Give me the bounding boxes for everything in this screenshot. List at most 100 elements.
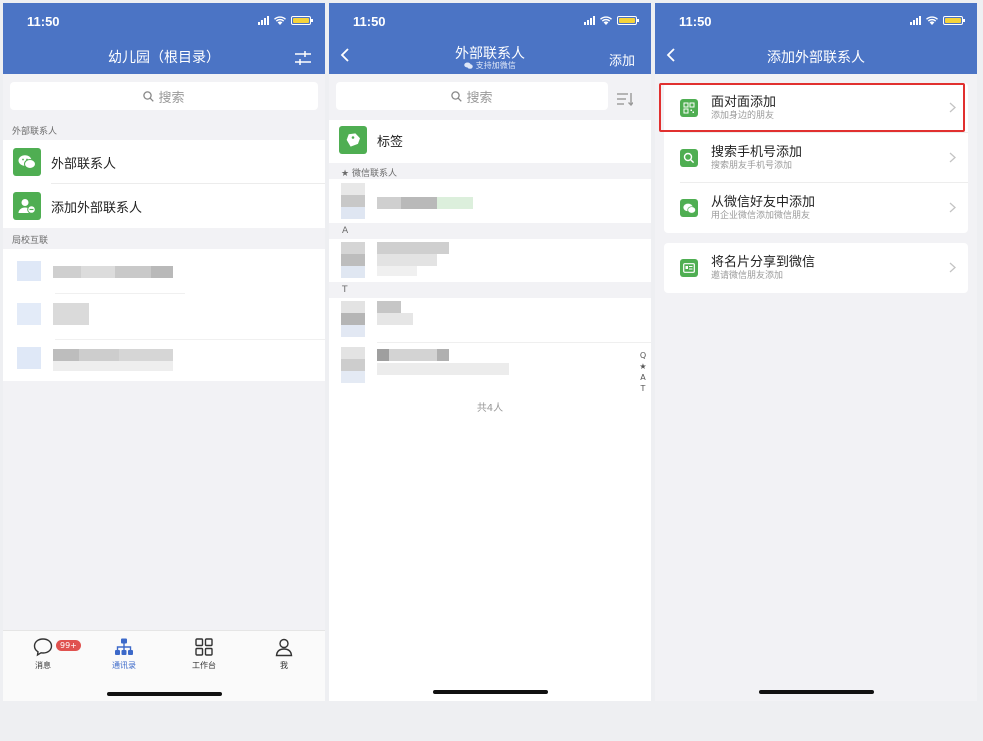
org-chart-icon bbox=[115, 638, 133, 655]
search-placeholder: 搜索 bbox=[466, 90, 493, 106]
filter-settings-icon[interactable] bbox=[295, 51, 311, 65]
status-icons bbox=[584, 16, 639, 25]
option-title: 将名片分享到微信 bbox=[711, 254, 816, 270]
section-label: A bbox=[342, 226, 349, 236]
tab-bar: 消息 99+ 通讯录 工作台 我 bbox=[3, 630, 325, 701]
tab-me[interactable]: 我 bbox=[254, 637, 314, 671]
blurred-contact[interactable] bbox=[17, 347, 177, 373]
tab-messages[interactable]: 消息 99+ bbox=[13, 637, 81, 671]
index-letter[interactable]: T bbox=[638, 383, 648, 394]
search-icon bbox=[451, 90, 463, 102]
status-bar: 11:50 bbox=[655, 3, 977, 33]
list-item-label: 标签 bbox=[377, 134, 404, 150]
battery-icon bbox=[617, 16, 639, 25]
page-subtitle: 支持加微信 bbox=[329, 60, 651, 71]
status-time: 11:50 bbox=[679, 14, 712, 29]
nav-header: 11:50 外部联系人 支持加微信 添加 bbox=[329, 3, 651, 74]
add-button[interactable]: 添加 bbox=[609, 50, 635, 69]
status-time: 11:50 bbox=[27, 14, 60, 29]
status-time: 11:50 bbox=[353, 14, 386, 29]
status-icons bbox=[258, 16, 313, 25]
list-item-tags[interactable]: 标签 bbox=[329, 118, 651, 162]
unread-badge: 99+ bbox=[56, 640, 81, 651]
search-placeholder: 搜索 bbox=[158, 90, 185, 106]
chevron-right-icon bbox=[949, 152, 956, 163]
battery-icon bbox=[943, 16, 965, 25]
divider bbox=[55, 339, 325, 340]
status-bar: 11:50 bbox=[3, 3, 325, 33]
add-contact-icon bbox=[13, 192, 41, 220]
section-header-wechat: ★ 微信联系人 bbox=[329, 163, 651, 179]
contact-count: 共4人 bbox=[476, 403, 504, 414]
school-list bbox=[3, 249, 325, 381]
screen-contacts-root: 11:50 幼儿园（根目录） 搜索 外部联系人 外部联系人 添加外部联系人 局校… bbox=[3, 3, 325, 701]
option-title: 搜索手机号添加 bbox=[711, 144, 803, 160]
signal-icon bbox=[910, 16, 921, 25]
tag-icon bbox=[339, 126, 367, 154]
highlight-box bbox=[659, 83, 965, 132]
section-label-external: 外部联系人 bbox=[12, 127, 58, 137]
section-header-t: T bbox=[329, 282, 651, 298]
blurred-contact[interactable] bbox=[341, 242, 451, 280]
search-input[interactable]: 搜索 bbox=[10, 82, 318, 110]
tab-workbench[interactable]: 工作台 bbox=[174, 637, 234, 671]
blurred-contact[interactable] bbox=[341, 183, 476, 221]
wifi-icon bbox=[274, 16, 286, 25]
index-letter[interactable]: Q bbox=[638, 350, 648, 361]
subtitle-text: 支持加微信 bbox=[475, 61, 516, 70]
nav-header: 11:50 添加外部联系人 bbox=[655, 3, 977, 74]
option-search-phone[interactable]: 搜索手机号添加 搜索朋友手机号添加 bbox=[664, 133, 968, 183]
option-title: 从微信好友中添加 bbox=[711, 194, 816, 210]
search-icon bbox=[680, 149, 698, 167]
status-bar: 11:50 bbox=[329, 3, 651, 33]
section-label-text: 微信联系人 bbox=[351, 169, 397, 179]
tab-label: 工作台 bbox=[192, 661, 216, 670]
list-item-external-contacts[interactable]: 外部联系人 bbox=[3, 140, 325, 184]
home-indicator bbox=[433, 690, 548, 694]
option-subtitle: 邀请微信朋友添加 bbox=[711, 270, 784, 281]
search-icon bbox=[143, 90, 155, 102]
signal-icon bbox=[584, 16, 595, 25]
list-item-label: 外部联系人 bbox=[51, 156, 117, 172]
search-input[interactable]: 搜索 bbox=[336, 82, 608, 110]
person-icon bbox=[275, 638, 293, 657]
screen-add-external-contact: 11:50 添加外部联系人 面对面添加 添加身边的朋友 搜索手机号添加 搜索朋友… bbox=[655, 3, 977, 701]
option-subtitle: 用企业微信添加微信朋友 bbox=[711, 210, 811, 221]
home-indicator bbox=[759, 690, 874, 694]
blurred-contact[interactable] bbox=[341, 347, 511, 385]
list-item-add-external-contact[interactable]: 添加外部联系人 bbox=[3, 184, 325, 228]
tab-label: 消息 bbox=[35, 661, 51, 670]
tab-label: 通讯录 bbox=[112, 661, 136, 670]
tab-contacts[interactable]: 通讯录 bbox=[94, 637, 154, 671]
index-letter[interactable]: A bbox=[638, 372, 648, 383]
blurred-contact[interactable] bbox=[17, 261, 177, 281]
page-title: 添加外部联系人 bbox=[767, 50, 865, 66]
chat-icon bbox=[33, 638, 53, 657]
option-share-card-wechat[interactable]: 将名片分享到微信 邀请微信朋友添加 bbox=[664, 243, 968, 293]
option-subtitle: 搜索朋友手机号添加 bbox=[711, 160, 793, 171]
chevron-right-icon bbox=[949, 262, 956, 273]
option-from-wechat[interactable]: 从微信好友中添加 用企业微信添加微信朋友 bbox=[664, 183, 968, 233]
status-icons bbox=[910, 16, 965, 25]
blurred-contact[interactable] bbox=[341, 301, 413, 339]
nav-header: 11:50 幼儿园（根目录） bbox=[3, 3, 325, 74]
wechat-icon bbox=[464, 62, 473, 69]
section-label: ★ 微信联系人 bbox=[341, 169, 397, 179]
page-title: 幼儿园（根目录） bbox=[108, 50, 220, 66]
index-letter[interactable]: ★ bbox=[638, 361, 648, 372]
wifi-icon bbox=[600, 16, 612, 25]
battery-icon bbox=[291, 16, 313, 25]
signal-icon bbox=[258, 16, 269, 25]
blurred-contact[interactable] bbox=[17, 303, 97, 327]
screenshot-stage: 11:50 幼儿园（根目录） 搜索 外部联系人 外部联系人 添加外部联系人 局校… bbox=[0, 0, 983, 741]
screen-external-contacts: 11:50 外部联系人 支持加微信 添加 搜索 标签 ★ 微信联系人 A T Q… bbox=[329, 3, 651, 701]
section-header-a: A bbox=[329, 223, 651, 239]
home-indicator bbox=[107, 692, 222, 696]
wifi-icon bbox=[926, 16, 938, 25]
external-contacts-list: 外部联系人 添加外部联系人 bbox=[3, 140, 325, 228]
sort-icon[interactable] bbox=[617, 92, 633, 106]
divider bbox=[377, 342, 651, 343]
alphabet-index-bar[interactable]: Q ★ A T bbox=[638, 350, 648, 394]
chevron-right-icon bbox=[949, 202, 956, 213]
tab-label: 我 bbox=[280, 661, 288, 670]
